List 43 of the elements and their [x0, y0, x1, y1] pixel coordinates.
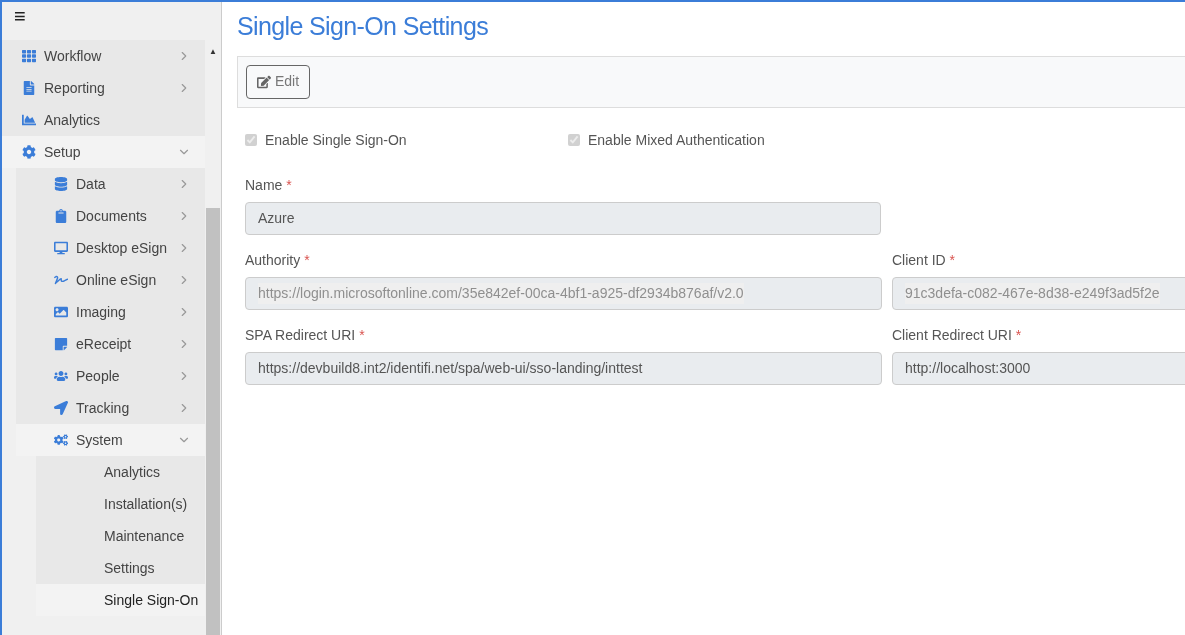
field-label: Authority *	[245, 250, 311, 270]
menu-item-icon	[54, 209, 68, 223]
menu-item-icon	[22, 145, 36, 159]
menu-item-icon	[54, 273, 68, 287]
menu-item-icon	[22, 113, 36, 127]
sidebar-item[interactable]: Maintenance	[36, 520, 205, 552]
sidebar-item[interactable]: Analytics	[2, 104, 205, 136]
menu-item-icon	[54, 401, 68, 415]
menu-item-icon	[54, 433, 68, 447]
menu-item-icon	[54, 305, 68, 319]
checkbox-label: Enable Single Sign-On	[265, 130, 407, 150]
sidebar-item[interactable]: Installation(s)	[36, 488, 205, 520]
sidebar-item[interactable]: Online eSign	[16, 264, 205, 296]
edit-icon	[257, 74, 271, 89]
sidebar-item[interactable]: Data	[16, 168, 205, 200]
sidebar-item[interactable]: Workflow	[2, 40, 205, 72]
menu-icon[interactable]: ≡	[14, 6, 26, 26]
input-field[interactable]: https://devbuild8.int2/identifi.net/spa/web-ui/sso-landing/inttest	[245, 351, 882, 385]
sidebar-item[interactable]: Desktop eSign	[16, 232, 205, 264]
sidebar-item[interactable]: Settings	[36, 552, 205, 584]
menu-item-icon	[54, 241, 68, 255]
checkbox-label: Enable Mixed Authentication	[588, 130, 765, 150]
menu-item-icon	[22, 81, 36, 95]
field-label: SPA Redirect URI *	[245, 325, 366, 345]
input-field[interactable]: Azure	[245, 201, 881, 235]
input-field[interactable]: http://localhost:3000	[892, 351, 1185, 385]
sidebar-item[interactable]: eReceipt	[16, 328, 205, 360]
scroll-up-icon[interactable]: ▲	[209, 46, 217, 58]
sidebar-item[interactable]: Imaging	[16, 296, 205, 328]
sidebar-item[interactable]: Reporting	[2, 72, 205, 104]
field-label: Client Redirect URI *	[892, 325, 1023, 345]
menu-item-icon	[54, 369, 68, 383]
edit-button[interactable]: Edit	[246, 64, 311, 99]
sidebar-item[interactable]: Tracking	[16, 392, 205, 424]
page-title: Single Sign-On Settings	[237, 11, 490, 42]
menu-item-icon	[54, 177, 68, 191]
field-label: Client ID *	[892, 250, 957, 270]
sidebar-item[interactable]: People	[16, 360, 205, 392]
menu-item-icon	[54, 337, 68, 351]
sidebar-item[interactable]: Documents	[16, 200, 205, 232]
field-label: Name *	[245, 175, 293, 195]
sidebar-item[interactable]: Analytics	[36, 456, 205, 488]
menu-item-icon	[22, 49, 36, 63]
